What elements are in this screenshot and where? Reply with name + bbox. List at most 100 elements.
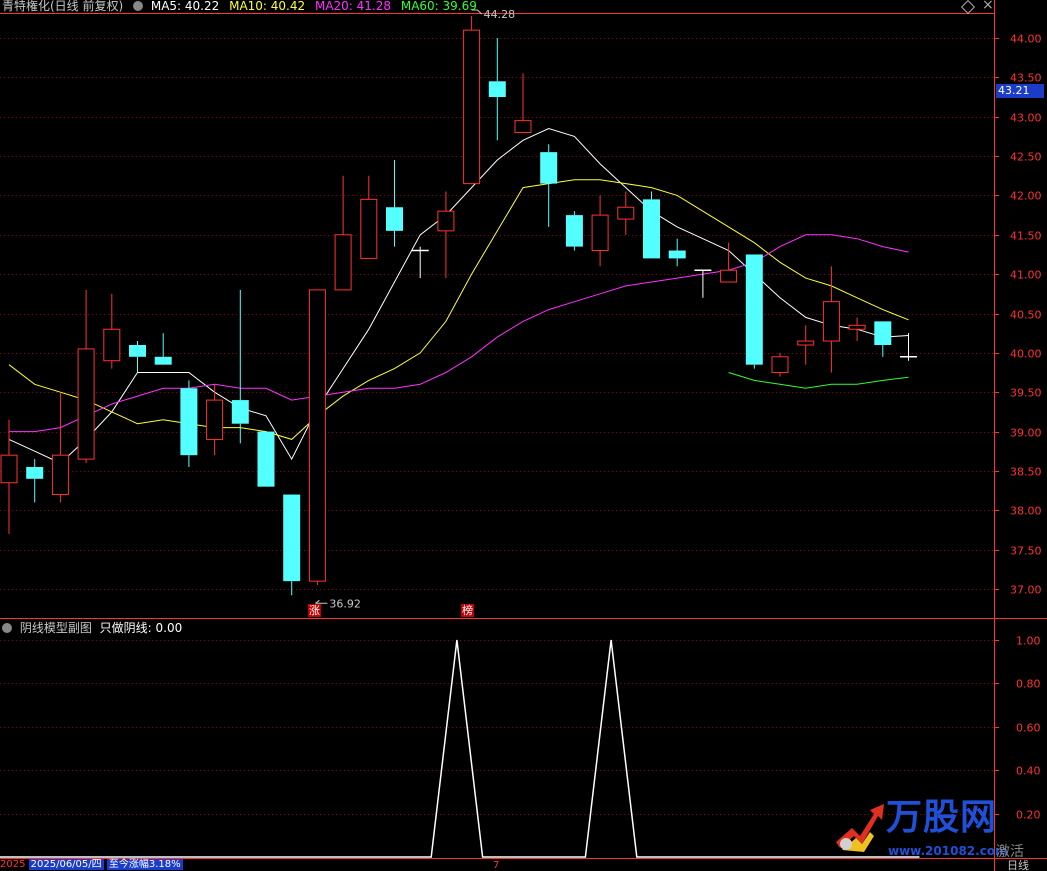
y-tick-label: 39.50: [1010, 387, 1042, 400]
high-label: 44.28: [484, 8, 515, 21]
candle[interactable]: [206, 384, 224, 456]
status-bar: 2025 2025/06/05/四 至今涨幅3.18%: [0, 859, 183, 871]
candle-body: [180, 388, 198, 456]
candle[interactable]: [848, 317, 866, 342]
ma-line-ma20: [9, 234, 909, 433]
candle[interactable]: [797, 325, 815, 365]
sub-title[interactable]: 阴线模型副图: [20, 621, 92, 635]
candle[interactable]: [617, 191, 635, 235]
y-tick-label: 41.00: [1010, 269, 1042, 282]
watermark-tag: 激活: [996, 844, 1024, 860]
candle[interactable]: [26, 459, 44, 503]
candle-body: [591, 214, 609, 252]
candle[interactable]: [411, 246, 429, 279]
candle[interactable]: [386, 160, 403, 247]
settings-icon[interactable]: [133, 1, 144, 11]
stock-title[interactable]: 青特権化(日线 前复权): [2, 0, 123, 13]
candle-body: [437, 210, 455, 232]
candle-body: [77, 348, 95, 460]
candle[interactable]: [334, 175, 352, 291]
candle[interactable]: [540, 144, 558, 227]
candle-body: [26, 466, 44, 479]
candle-body: [231, 400, 249, 424]
candle[interactable]: [77, 289, 95, 464]
candle[interactable]: [822, 266, 840, 373]
watermark-logo: 万股网 www.201082.com 激活: [830, 792, 1030, 862]
candle-body: [154, 356, 172, 365]
candle[interactable]: [463, 15, 481, 185]
y-tick-label: 44.00: [1010, 33, 1042, 46]
chart-canvas[interactable]: 44.00 43.50 43.00 42.50 42.00 41.50 41.00 40.50…: [0, 0, 1047, 871]
candle[interactable]: [0, 419, 18, 534]
candle-body: [257, 431, 275, 487]
candle[interactable]: [668, 238, 686, 267]
sub-value-label: 只做阴线: 0.00: [99, 621, 183, 635]
candle-body: [874, 321, 892, 345]
candle-body: [0, 454, 18, 484]
sub-header: 阴线模型副图 只做阴线: 0.00: [2, 621, 182, 635]
mark-bang: 榜: [461, 604, 474, 617]
candle-body: [463, 29, 481, 185]
candle[interactable]: [643, 191, 660, 259]
close-icon[interactable]: ×: [982, 0, 994, 12]
y-tick-label: 38.00: [1010, 505, 1042, 518]
candle[interactable]: [231, 289, 249, 444]
header-bar: 青特権化(日线 前复权) MA5: 40.22 MA10: 40.42 MA20…: [2, 0, 477, 13]
candle[interactable]: [283, 494, 301, 596]
y-tick-label: 42.00: [1010, 190, 1042, 203]
candle-body: [206, 399, 224, 440]
candle[interactable]: [51, 392, 69, 503]
candle[interactable]: [720, 242, 738, 283]
candle-body: [360, 198, 378, 259]
candle[interactable]: [745, 254, 763, 369]
candle-body: [514, 120, 532, 133]
candle-body: [771, 356, 789, 374]
chart-window: 44.00 43.50 43.00 42.50 42.00 41.50 41.00 40.50…: [0, 0, 1047, 871]
status-change: 至今涨幅3.18%: [106, 859, 183, 870]
candle[interactable]: [771, 352, 789, 377]
candle-body: [617, 206, 635, 220]
candle-body: [540, 152, 558, 184]
y-tick-label: 43.00: [1010, 112, 1042, 125]
status-date: 2025/06/05/四: [28, 859, 104, 870]
y-tick-label: 39.00: [1010, 427, 1042, 440]
status-year: 2025: [0, 859, 26, 870]
candle[interactable]: [591, 195, 609, 267]
candle[interactable]: [308, 289, 326, 586]
low-arrow: [315, 599, 328, 604]
candle[interactable]: [129, 341, 146, 373]
sub-y-tick-label: 0.40: [1016, 765, 1041, 778]
candle-body: [308, 289, 326, 582]
sub-y-tick-label: 0.60: [1016, 722, 1041, 735]
candle[interactable]: [154, 333, 172, 365]
sub-y-tick-label: 0.80: [1016, 678, 1041, 691]
ma60-label: MA60: 39.69: [400, 0, 477, 13]
candle-body: [797, 340, 815, 346]
candle-body: [565, 215, 583, 247]
candle[interactable]: [900, 333, 917, 361]
candle[interactable]: [257, 431, 275, 487]
candle-body: [745, 254, 763, 365]
current-price-tag: 43.21: [996, 84, 1044, 98]
candle[interactable]: [103, 293, 121, 369]
candle[interactable]: [360, 175, 378, 259]
candle-body: [129, 344, 146, 357]
candle[interactable]: [437, 191, 455, 279]
watermark-brand: 万股网: [886, 797, 998, 838]
y-tick-label: 42.50: [1010, 151, 1042, 164]
ma-line-ma10: [8, 179, 909, 440]
candle-body: [643, 199, 660, 259]
sub-settings-icon[interactable]: [2, 623, 12, 633]
candle[interactable]: [565, 211, 583, 251]
candle[interactable]: [514, 73, 532, 133]
candle-body: [334, 234, 352, 291]
y-tick-label: 40.00: [1010, 348, 1042, 361]
candle-body: [103, 328, 121, 362]
ma-line-ma5: [8, 127, 909, 464]
candle[interactable]: [488, 38, 506, 141]
watermark-site: www.201082.com: [888, 844, 1008, 858]
candle[interactable]: [874, 321, 892, 357]
y-tick-label: 37.50: [1010, 545, 1042, 558]
candle-body: [283, 494, 301, 582]
candle[interactable]: [180, 380, 198, 467]
